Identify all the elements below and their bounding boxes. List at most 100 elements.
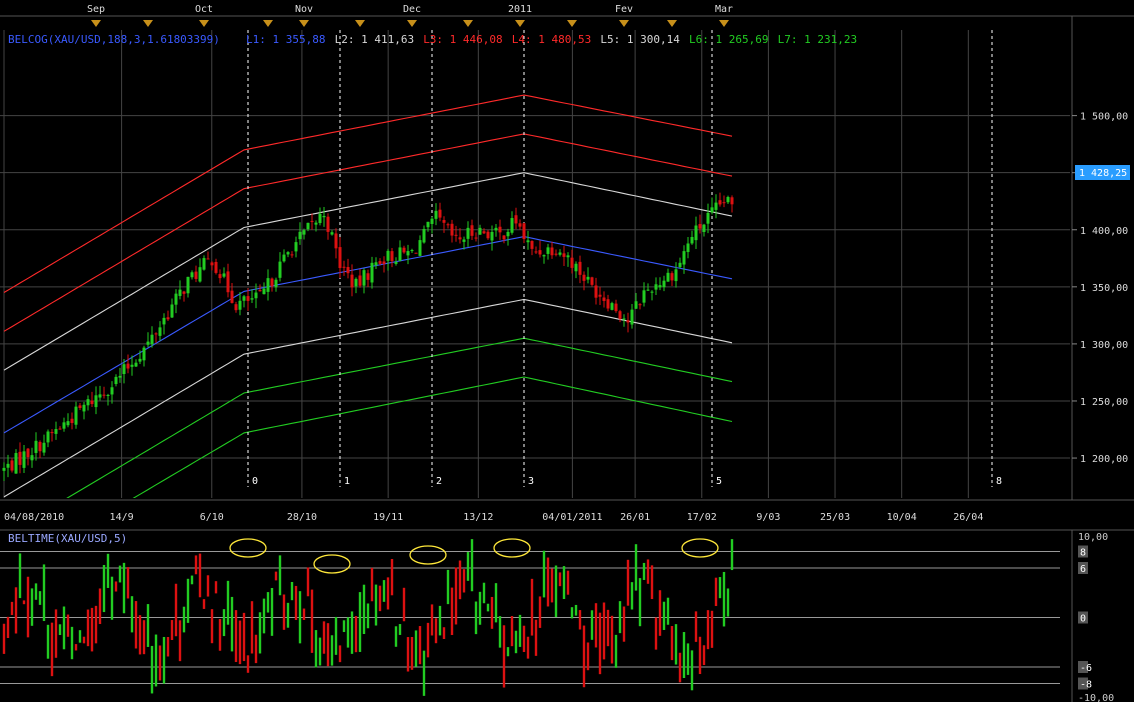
candle-body (98, 394, 102, 398)
oscillator-bar (294, 585, 298, 621)
oscillator-bar (198, 553, 202, 598)
oscillator-bar (142, 620, 146, 655)
candle-body (146, 341, 150, 345)
candle-body (290, 254, 294, 256)
candle-body (546, 247, 550, 254)
candle-body (498, 226, 502, 233)
candle-body (158, 327, 162, 336)
oscillator-bar (610, 615, 614, 664)
candle-body (2, 467, 6, 471)
level-legend: L1: 1 355,88 L2: 1 411,63 L3: 1 446,08 L4: … (246, 33, 857, 46)
candle-body (346, 267, 350, 274)
candle-body (30, 455, 34, 461)
candle-body (18, 451, 22, 465)
oscillator-bar (122, 562, 126, 614)
candle-body (662, 280, 666, 288)
oscillator-bar (38, 591, 42, 605)
candle-body (66, 421, 70, 426)
oscillator-bar (190, 575, 194, 585)
candle-body (286, 252, 290, 255)
candle-body (526, 240, 530, 243)
oscillator-bar (650, 565, 654, 600)
oscillator-bar (114, 581, 118, 592)
oscillator-bar (694, 611, 698, 642)
oscillator-bar (234, 610, 238, 663)
month-label: Sep (87, 4, 105, 15)
oscillator-bar (554, 565, 558, 618)
oscillator-bar (522, 625, 526, 653)
oscillator-bar (102, 564, 106, 613)
oscillator-bar (58, 624, 62, 636)
oscillator-bar (538, 596, 542, 628)
candle-body (42, 442, 46, 453)
candle-body (450, 223, 454, 236)
oscillator-bar (658, 590, 662, 636)
candle-body (150, 334, 154, 345)
price-tick-label: 1 300,00 (1080, 340, 1128, 351)
oscillator-bar (654, 617, 658, 650)
oscillator-bar (686, 643, 690, 675)
oscillator-bar (666, 597, 670, 625)
oscillator-bar (150, 645, 154, 694)
oscillator-bar (338, 645, 342, 663)
candle-body (250, 298, 254, 300)
candle-body (46, 431, 50, 443)
oscillator-bar (74, 644, 78, 651)
oscillator-bar (722, 571, 726, 627)
candle-body (54, 429, 58, 434)
oscillator-bar (22, 600, 26, 605)
date-tick-label: 04/01/2011 (542, 512, 602, 523)
oscillator-bar (242, 612, 246, 662)
oscillator-bar (578, 610, 582, 630)
candle-body (166, 317, 170, 320)
level-legend-entry: L6: 1 265,69 (689, 33, 768, 46)
oscillator-bar (286, 602, 290, 628)
oscillator-bar (182, 606, 186, 633)
candle-body (62, 422, 66, 429)
oscillator-bar (402, 587, 406, 622)
candle-body (550, 247, 554, 256)
oscillator-bar (238, 620, 242, 665)
oscillator-bar (594, 603, 598, 648)
level-legend-entry: L1: 1 355,88 (246, 33, 325, 46)
oscillator-bar (486, 603, 490, 612)
oscillator-bar (458, 560, 462, 600)
candle-body (34, 440, 38, 453)
candle-body (582, 274, 586, 281)
candle-body (678, 262, 682, 268)
oscillator-bar (438, 605, 442, 636)
candle-body (602, 297, 606, 301)
date-tick-label: 26/01 (620, 512, 650, 523)
oscillator-bar (62, 606, 66, 650)
oscillator-bar (30, 588, 34, 626)
oscillator-bar (370, 567, 374, 602)
candle-body (186, 276, 190, 294)
oscillator-bar (394, 626, 398, 647)
price-tick-label: 1 400,00 (1080, 226, 1128, 237)
candle-body (342, 266, 346, 268)
oscillator-bar (246, 655, 250, 673)
oscillator-bar (126, 567, 130, 599)
candle-body (58, 428, 62, 430)
candle-body (114, 376, 118, 385)
oscillator-bar (222, 609, 226, 637)
oscillator-bar (106, 553, 110, 588)
candle-body (110, 387, 114, 395)
candle-body (670, 273, 674, 281)
level-legend-entry: L3: 1 446,08 (423, 33, 502, 46)
oscillator-bar (226, 580, 230, 625)
oscillator-bar (702, 645, 706, 666)
oscillator-bar (606, 609, 610, 647)
candle-body (370, 262, 374, 283)
candle-body (246, 296, 250, 301)
oscillator-bar (454, 567, 458, 625)
oscillator-bar (382, 580, 386, 602)
candle-body (458, 237, 462, 240)
candle-body (430, 218, 434, 224)
candle-body (210, 262, 214, 266)
oscillator-bar (218, 619, 222, 651)
oscillator-bar (266, 592, 270, 613)
candle-body (386, 250, 390, 261)
candle-body (314, 222, 318, 225)
oscillator-bar (726, 588, 730, 617)
